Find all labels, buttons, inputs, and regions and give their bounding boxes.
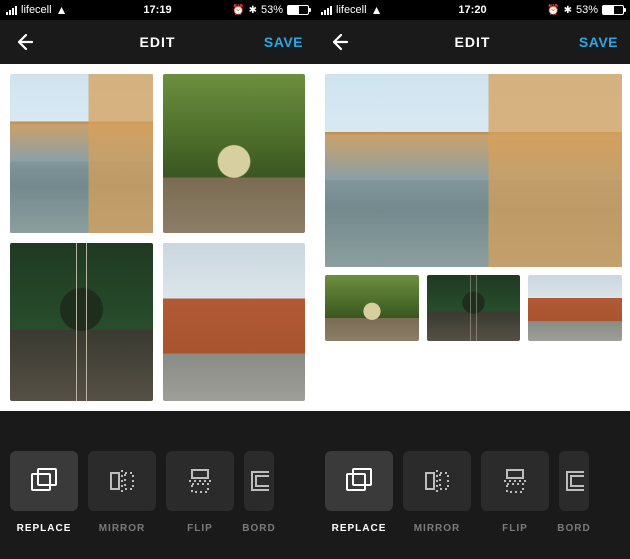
battery-percent: 53%	[261, 4, 283, 16]
canvas-thumb-3[interactable]	[528, 275, 622, 341]
tool-replace[interactable]: REPLACE	[10, 451, 78, 534]
status-right: ⏰ ✱ 53%	[547, 4, 624, 16]
tool-label: MIRROR	[99, 523, 146, 534]
tool-border[interactable]: BORD	[559, 451, 589, 534]
back-arrow-icon	[329, 32, 349, 52]
alarm-icon: ⏰	[232, 5, 244, 16]
battery-percent: 53%	[576, 4, 598, 16]
canvas-thumb-row	[325, 275, 622, 341]
canvas-image-hero[interactable]	[325, 74, 622, 267]
screen-left: lifecell ▲ 17:19 ⏰ ✱ 53% EDIT SAVE	[0, 0, 315, 559]
tool-label: BORD	[242, 523, 275, 534]
wifi-icon: ▲	[56, 4, 68, 16]
status-left: lifecell ▲	[6, 4, 67, 16]
border-icon	[249, 467, 269, 495]
tool-label: FLIP	[502, 523, 528, 534]
status-bar: lifecell ▲ 17:19 ⏰ ✱ 53%	[0, 0, 315, 20]
flip-icon	[185, 467, 215, 495]
canvas-image-4[interactable]	[163, 243, 306, 402]
image-grid-2x2	[10, 74, 305, 401]
status-bar: lifecell ▲ 17:20 ⏰ ✱ 53%	[315, 0, 630, 20]
nav-bar: EDIT SAVE	[0, 20, 315, 64]
tool-label: BORD	[557, 523, 590, 534]
back-arrow-icon	[14, 32, 34, 52]
carrier-label: lifecell	[21, 4, 52, 16]
mirror-icon	[107, 467, 137, 495]
save-button[interactable]: SAVE	[264, 34, 303, 50]
border-icon	[564, 467, 584, 495]
save-button[interactable]: SAVE	[579, 34, 618, 50]
tools-bar: REPLACE MIRROR FLIP	[0, 411, 315, 559]
signal-icon	[321, 5, 332, 15]
tools-bar: REPLACE MIRROR FLIP	[315, 411, 630, 559]
mirror-icon	[422, 467, 452, 495]
bluetooth-icon: ✱	[564, 5, 572, 16]
tool-flip[interactable]: FLIP	[481, 451, 549, 534]
layout-canvas[interactable]	[0, 64, 315, 411]
tool-row[interactable]: REPLACE MIRROR FLIP	[315, 451, 630, 534]
signal-icon	[6, 5, 17, 15]
battery-icon	[602, 5, 624, 15]
tool-mirror[interactable]: MIRROR	[403, 451, 471, 534]
tool-label: MIRROR	[414, 523, 461, 534]
wifi-icon: ▲	[371, 4, 383, 16]
tool-mirror[interactable]: MIRROR	[88, 451, 156, 534]
status-left: lifecell ▲	[321, 4, 382, 16]
screen-right: lifecell ▲ 17:20 ⏰ ✱ 53% EDIT SAVE	[315, 0, 630, 559]
carrier-label: lifecell	[336, 4, 367, 16]
canvas-image-2[interactable]	[163, 74, 306, 233]
image-grid-hero	[325, 74, 622, 401]
tool-border[interactable]: BORD	[244, 451, 274, 534]
tool-row[interactable]: REPLACE MIRROR FLIP	[0, 451, 315, 534]
tool-replace[interactable]: REPLACE	[325, 451, 393, 534]
status-right: ⏰ ✱ 53%	[232, 4, 309, 16]
bluetooth-icon: ✱	[249, 5, 257, 16]
layout-canvas[interactable]	[315, 64, 630, 411]
battery-icon	[287, 5, 309, 15]
tool-label: REPLACE	[332, 523, 387, 534]
nav-bar: EDIT SAVE	[315, 20, 630, 64]
canvas-image-3[interactable]	[10, 243, 153, 402]
tool-label: FLIP	[187, 523, 213, 534]
tool-flip[interactable]: FLIP	[166, 451, 234, 534]
back-button[interactable]	[327, 30, 351, 54]
canvas-image-1[interactable]	[10, 74, 153, 233]
flip-icon	[500, 467, 530, 495]
replace-icon	[29, 467, 59, 495]
canvas-thumb-2[interactable]	[427, 275, 521, 341]
tool-label: REPLACE	[17, 523, 72, 534]
alarm-icon: ⏰	[547, 5, 559, 16]
replace-icon	[344, 467, 374, 495]
canvas-thumb-1[interactable]	[325, 275, 419, 341]
back-button[interactable]	[12, 30, 36, 54]
